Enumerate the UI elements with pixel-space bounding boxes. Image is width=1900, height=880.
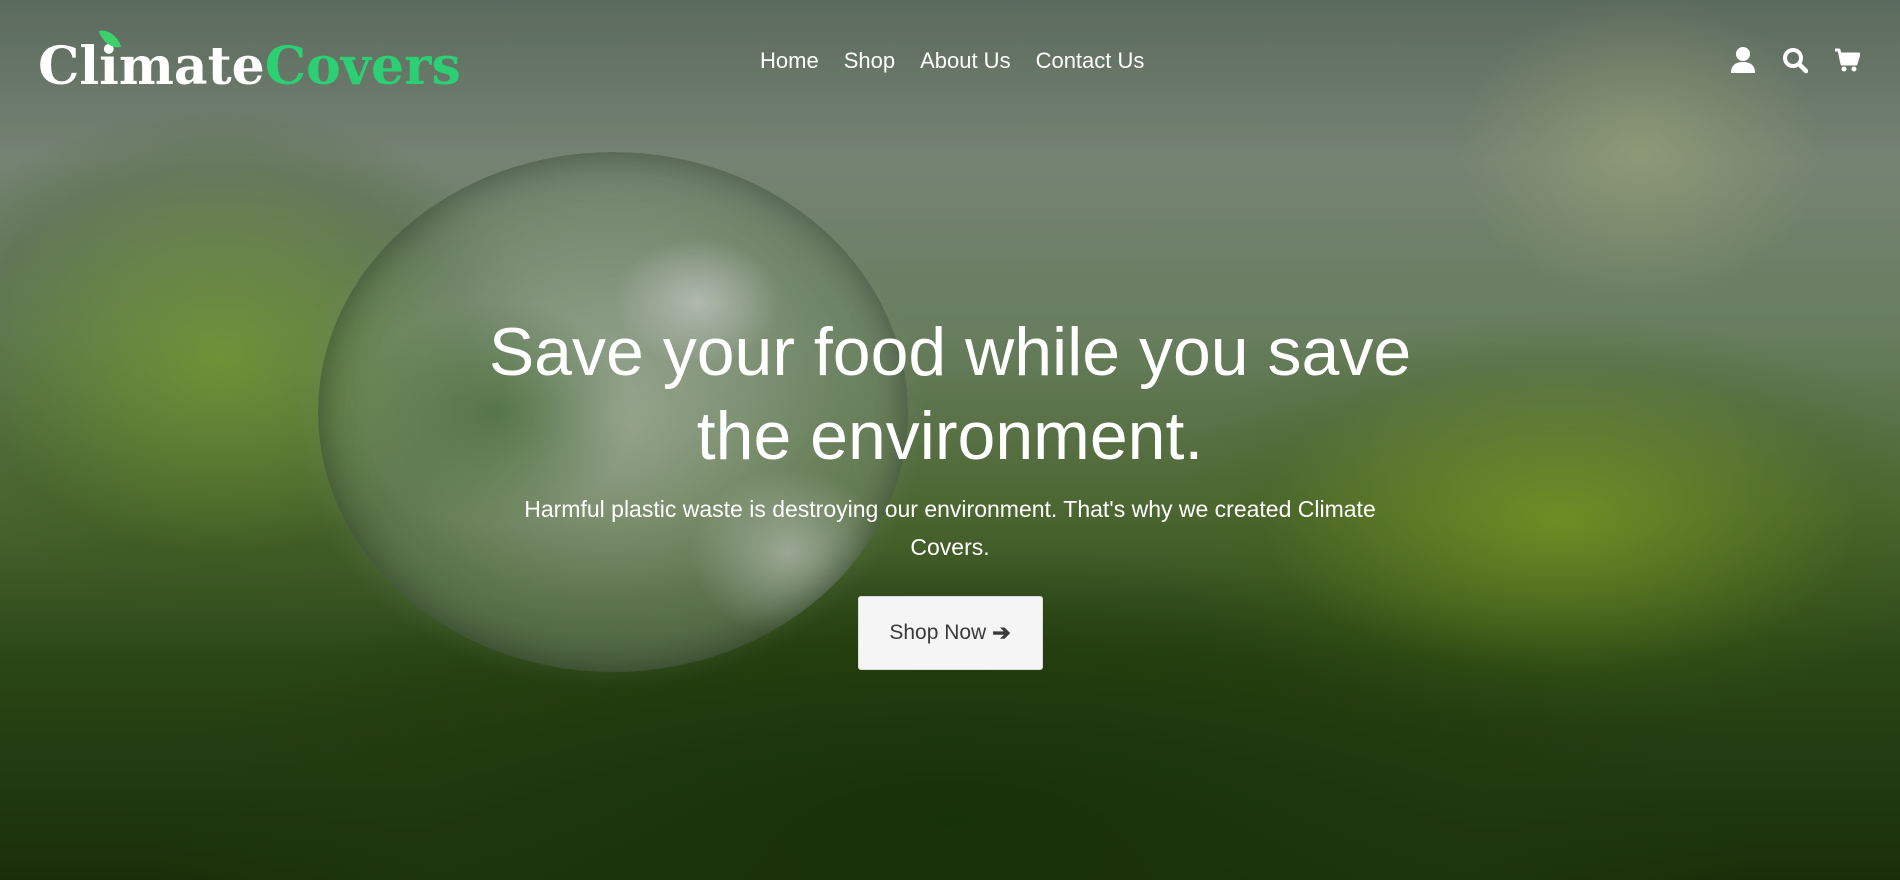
shop-now-label: Shop Now bbox=[889, 621, 987, 644]
hero-subtitle: Harmful plastic waste is destroying our … bbox=[524, 496, 1376, 560]
hero-title: Save your food while you save the enviro… bbox=[488, 314, 1412, 474]
main-nav: Home Shop About Us Contact Us bbox=[760, 46, 1144, 76]
user-icon[interactable] bbox=[1730, 46, 1756, 74]
logo-text-covers: Covers bbox=[264, 36, 461, 97]
shop-now-button[interactable]: Shop Now ➔ bbox=[857, 596, 1043, 670]
site-logo[interactable]: ClimateCovers bbox=[38, 25, 461, 102]
header-icons bbox=[1730, 46, 1860, 74]
nav-link-shop[interactable]: Shop bbox=[844, 46, 895, 76]
search-icon[interactable] bbox=[1782, 46, 1808, 74]
nav-link-contact-us[interactable]: Contact Us bbox=[1036, 46, 1145, 76]
nav-link-home[interactable]: Home bbox=[760, 46, 819, 76]
site-header: ClimateCovers Home Shop About Us Contact… bbox=[0, 0, 1900, 125]
hero-section: Save your food while you save the enviro… bbox=[0, 310, 1900, 670]
page: ClimateCovers Home Shop About Us Contact… bbox=[0, 0, 1900, 880]
arrow-right-icon: ➔ bbox=[992, 620, 1011, 645]
cart-icon[interactable] bbox=[1834, 46, 1860, 74]
nav-link-about-us[interactable]: About Us bbox=[920, 46, 1011, 76]
logo-text-climate: Climate bbox=[38, 36, 265, 97]
